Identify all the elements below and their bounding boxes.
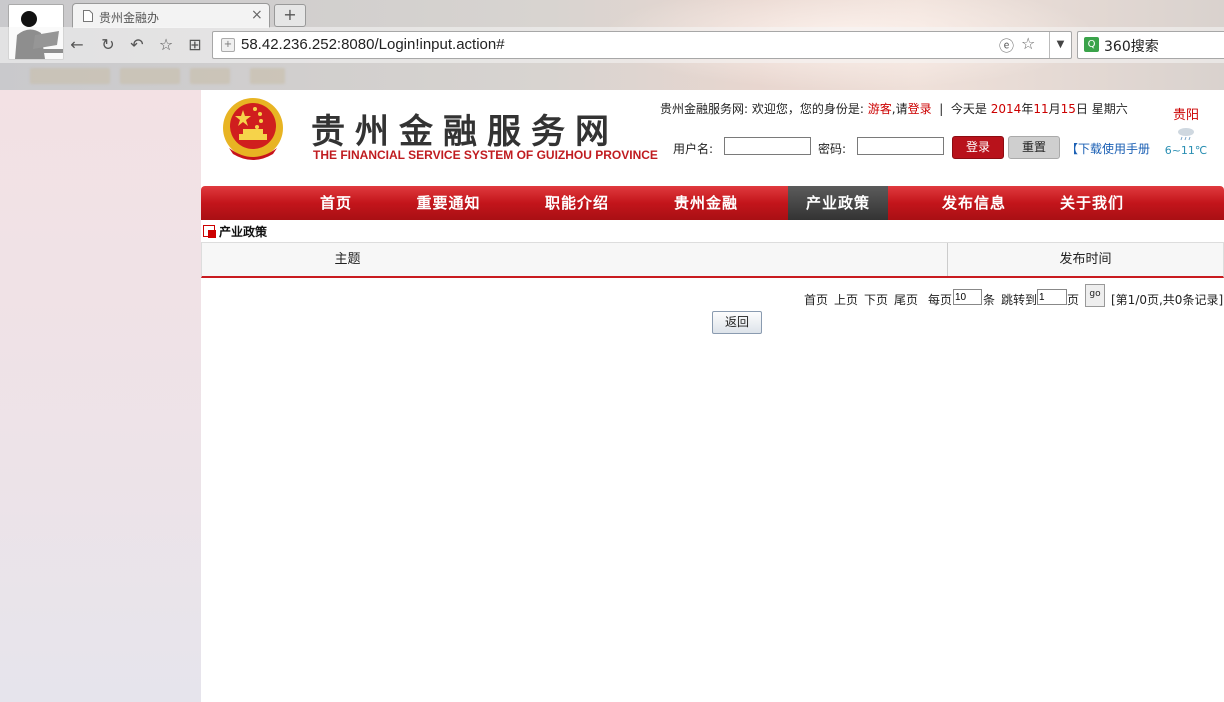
jump-unit: 页 bbox=[1067, 293, 1080, 307]
pagination: 首页 上页 下页 尾页 每页 条 跳转到 页 go [第1/0页,共0条记录] bbox=[201, 284, 1224, 308]
page-content: 贵州金融服务网 THE FINANCIAL SERVICE SYSTEM OF … bbox=[201, 90, 1224, 702]
site-title: 贵州金融服务网 bbox=[311, 112, 619, 152]
nav-home[interactable]: 首页 bbox=[301, 186, 371, 220]
password-input[interactable] bbox=[857, 137, 944, 155]
address-url[interactable]: 58.42.236.252:8080/Login!input.action# bbox=[241, 36, 505, 53]
browser-tab[interactable]: 贵州金融办 × bbox=[72, 3, 270, 28]
column-subject-label: 主题 bbox=[334, 252, 361, 267]
search-engine-label: 360搜索 bbox=[1104, 39, 1159, 55]
nav-notices[interactable]: 重要通知 bbox=[406, 186, 491, 220]
breadcrumb: 产业政策 bbox=[201, 220, 1224, 243]
day-unit: 日 bbox=[1075, 102, 1088, 116]
pager-summary: [第1/0页,共0条记录] bbox=[1111, 293, 1224, 307]
per-page-input[interactable] bbox=[953, 289, 982, 305]
login-link[interactable]: 登录 bbox=[908, 102, 932, 116]
weekday: 星期六 bbox=[1091, 102, 1128, 116]
search-box[interactable]: Q 360搜索 bbox=[1077, 31, 1224, 59]
address-bar[interactable]: + 58.42.236.252:8080/Login!input.action#… bbox=[212, 31, 1072, 59]
bookmark-item[interactable] bbox=[120, 68, 180, 84]
pager-first[interactable]: 首页 bbox=[804, 291, 828, 308]
browser-chrome: 贵州金融办 × + ← ↻ ↶ ☆ ⊞ + 58.42.236.252:8080… bbox=[0, 0, 1224, 90]
breadcrumb-current: 产业政策 bbox=[219, 225, 268, 239]
date-month: 11 bbox=[1033, 102, 1049, 116]
page-side-background bbox=[0, 90, 201, 702]
welcome-bar: 贵州金融服务网: 欢迎您，您的身份是: 游客,请登录 | 今天是 2014年11… bbox=[660, 100, 1128, 117]
new-tab-button[interactable]: + bbox=[274, 4, 306, 27]
address-dropdown-icon[interactable]: ▼ bbox=[1049, 32, 1071, 58]
bookmark-star-icon[interactable]: ☆ bbox=[1021, 34, 1035, 53]
login-button[interactable]: 登录 bbox=[952, 136, 1004, 159]
year-unit: 年 bbox=[1021, 102, 1034, 116]
breadcrumb-marker-icon bbox=[203, 225, 216, 238]
go-button[interactable]: go bbox=[1085, 284, 1105, 307]
column-subject: 主题 bbox=[202, 243, 948, 276]
nav-publish-info[interactable]: 发布信息 bbox=[931, 186, 1017, 220]
jump-label: 跳转到 bbox=[1001, 293, 1038, 307]
back-arrow-icon[interactable]: ← bbox=[67, 35, 87, 55]
apps-grid-icon[interactable]: ⊞ bbox=[185, 35, 205, 55]
pager-prev[interactable]: 上页 bbox=[834, 291, 858, 308]
today-label: 今天是 bbox=[950, 102, 987, 116]
pager-next[interactable]: 下页 bbox=[864, 291, 888, 308]
per-page-unit: 条 bbox=[983, 293, 996, 307]
site-subtitle: THE FINANCIAL SERVICE SYSTEM OF GUIZHOU … bbox=[313, 148, 658, 162]
document-icon bbox=[83, 10, 93, 22]
main-nav: 首页 重要通知 职能介绍 贵州金融 产业政策 发布信息 关于我们 bbox=[201, 186, 1224, 220]
favorite-star-icon[interactable]: ☆ bbox=[156, 35, 176, 55]
nav-about-us[interactable]: 关于我们 bbox=[1049, 186, 1135, 220]
weather-widget: 贵阳 6~11℃ bbox=[1161, 104, 1211, 157]
rain-cloud-icon bbox=[1178, 128, 1194, 141]
password-label: 密码: bbox=[818, 142, 847, 156]
reset-button[interactable]: 重置 bbox=[1008, 136, 1060, 159]
username-input[interactable] bbox=[724, 137, 811, 155]
date-year: 2014 bbox=[990, 102, 1022, 116]
welcome-text: 贵州金融服务网: 欢迎您，您的身份是: bbox=[660, 102, 864, 116]
nav-functions[interactable]: 职能介绍 bbox=[534, 186, 620, 220]
undo-icon[interactable]: ↶ bbox=[127, 35, 147, 55]
nav-guizhou-finance[interactable]: 贵州金融 bbox=[663, 186, 749, 220]
please-text: ,请 bbox=[891, 102, 908, 116]
tab-close-icon[interactable]: × bbox=[251, 7, 263, 23]
reload-icon[interactable]: ↻ bbox=[98, 35, 118, 55]
bookmarks-bar bbox=[0, 63, 1224, 90]
weather-city: 贵阳 bbox=[1172, 108, 1199, 123]
bookmark-item[interactable] bbox=[250, 68, 285, 84]
jump-page-input[interactable] bbox=[1037, 289, 1067, 305]
bookmark-item[interactable] bbox=[190, 68, 230, 84]
tab-title: 贵州金融办 bbox=[99, 11, 160, 25]
nav-industry-policy[interactable]: 产业政策 bbox=[788, 186, 888, 220]
per-page-label: 每页 bbox=[928, 293, 953, 307]
back-button[interactable]: 返回 bbox=[712, 311, 762, 334]
bookmark-item[interactable] bbox=[30, 68, 110, 84]
download-manual-link[interactable]: 【下载使用手册 bbox=[1066, 140, 1150, 157]
weather-temp: 6~11℃ bbox=[1164, 144, 1208, 157]
search-icon: Q bbox=[1084, 37, 1099, 52]
site-header: 贵州金融服务网 THE FINANCIAL SERVICE SYSTEM OF … bbox=[201, 90, 1224, 186]
date-day: 15 bbox=[1060, 102, 1076, 116]
username-label: 用户名: bbox=[673, 142, 714, 156]
separator: | bbox=[939, 102, 944, 116]
user-role: 游客 bbox=[867, 102, 892, 116]
national-emblem-icon bbox=[223, 98, 283, 160]
table-header: 主题 发布时间 bbox=[201, 242, 1224, 278]
pager-last[interactable]: 尾页 bbox=[894, 291, 918, 308]
page-info-icon[interactable]: + bbox=[221, 38, 235, 52]
ie-mode-icon[interactable]: ⓔ bbox=[999, 35, 1014, 56]
column-date: 发布时间 bbox=[1059, 252, 1112, 267]
month-unit: 月 bbox=[1048, 102, 1061, 116]
